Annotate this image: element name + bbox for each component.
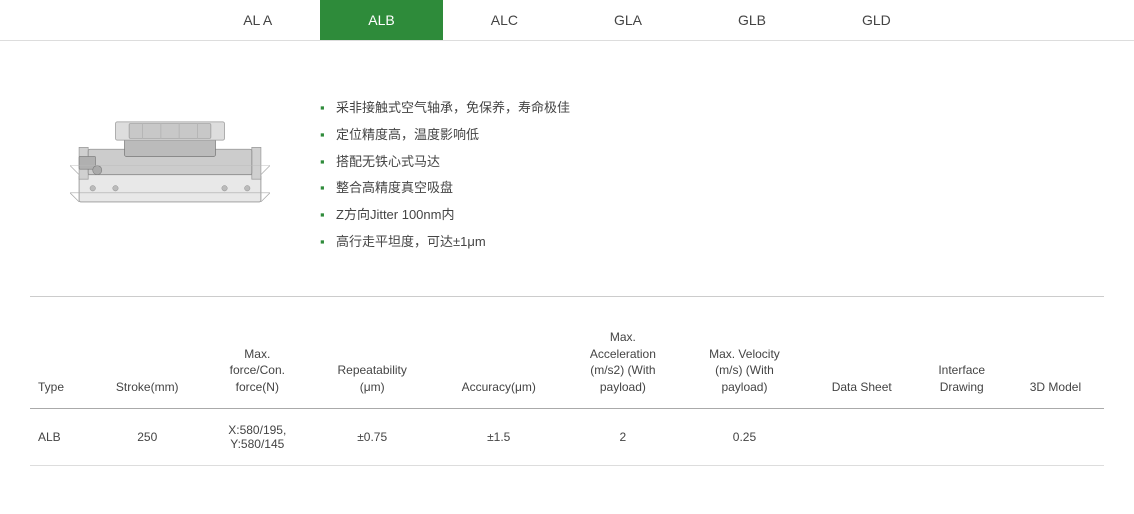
cell-datasheet [807, 408, 917, 465]
product-info: 采非接触式空气轴承，免保养，寿命极佳定位精度高，温度影响低搭配无铁心式马达整合高… [320, 81, 1074, 256]
col-header-interface: InterfaceDrawing [917, 317, 1007, 409]
cell-type: ALB [30, 408, 91, 465]
tab-alc[interactable]: ALC [443, 0, 566, 40]
col-header-repeatability: Repeatability(μm) [311, 317, 434, 409]
product-image [70, 81, 270, 241]
cell-velocity: 0.25 [682, 408, 807, 465]
cell-stroke: 250 [91, 408, 204, 465]
col-header-force: Max.force/Con.force(N) [204, 317, 311, 409]
feature-item: 定位精度高，温度影响低 [320, 122, 1074, 149]
feature-item: 整合高精度真空吸盘 [320, 175, 1074, 202]
col-header-type: Type [30, 317, 91, 409]
cell-acceleration: 2 [564, 408, 682, 465]
col-header-acceleration: Max.Acceleration(m/s2) (Withpayload) [564, 317, 682, 409]
col-header-accuracy: Accuracy(μm) [434, 317, 564, 409]
table-row: ALB250X:580/195,Y:580/145±0.75±1.520.25 [30, 408, 1104, 465]
product-section: 采非接触式空气轴承，免保养，寿命极佳定位精度高，温度影响低搭配无铁心式马达整合高… [0, 41, 1134, 296]
table-header: TypeStroke(mm)Max.force/Con.force(N)Repe… [30, 317, 1104, 409]
cell-interface [917, 408, 1007, 465]
cell-force: X:580/195,Y:580/145 [204, 408, 311, 465]
tab-glb[interactable]: GLB [690, 0, 814, 40]
feature-item: 采非接触式空气轴承，免保养，寿命极佳 [320, 95, 1074, 122]
cell-accuracy: ±1.5 [434, 408, 564, 465]
header-row: TypeStroke(mm)Max.force/Con.force(N)Repe… [30, 317, 1104, 409]
cell-repeatability: ±0.75 [311, 408, 434, 465]
product-image-box [60, 81, 280, 241]
col-header-stroke: Stroke(mm) [91, 317, 204, 409]
tab-bar: AL AALBALCGLAGLBGLD [0, 0, 1134, 41]
product-features: 采非接触式空气轴承，免保养，寿命极佳定位精度高，温度影响低搭配无铁心式马达整合高… [320, 95, 1074, 256]
feature-item: Z方向Jitter 100nm内 [320, 202, 1074, 229]
tab-gla[interactable]: GLA [566, 0, 690, 40]
col-header-model3d: 3D Model [1007, 317, 1104, 409]
table-section: TypeStroke(mm)Max.force/Con.force(N)Repe… [0, 297, 1134, 506]
tab-gld[interactable]: GLD [814, 0, 939, 40]
cell-model3d [1007, 408, 1104, 465]
col-header-datasheet: Data Sheet [807, 317, 917, 409]
specs-table: TypeStroke(mm)Max.force/Con.force(N)Repe… [30, 317, 1104, 466]
tab-ala[interactable]: AL A [195, 0, 320, 40]
tab-alb[interactable]: ALB [320, 0, 442, 40]
table-body: ALB250X:580/195,Y:580/145±0.75±1.520.25 [30, 408, 1104, 465]
col-header-velocity: Max. Velocity(m/s) (Withpayload) [682, 317, 807, 409]
feature-item: 高行走平坦度，可达±1μm [320, 229, 1074, 256]
feature-item: 搭配无铁心式马达 [320, 149, 1074, 176]
